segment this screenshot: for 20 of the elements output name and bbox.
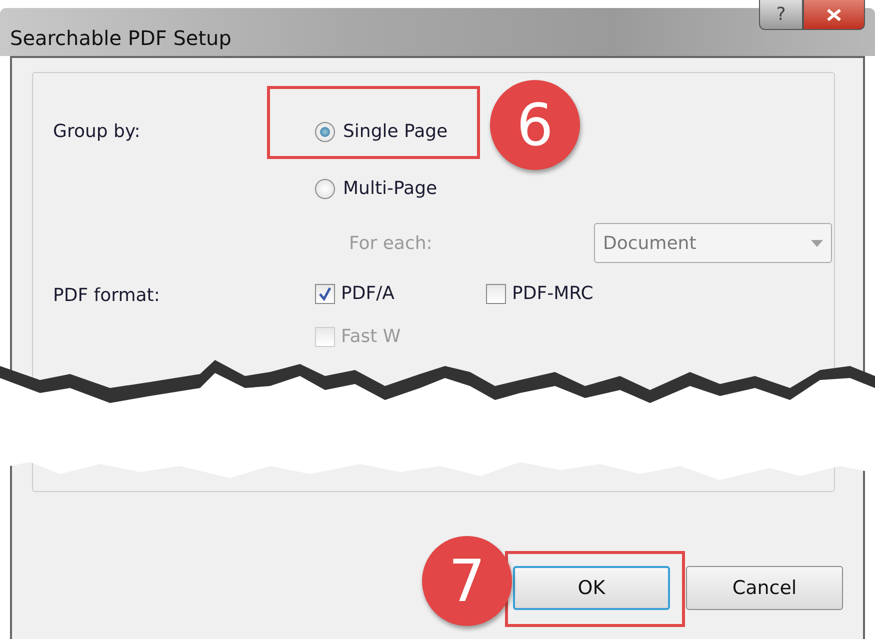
radio-button[interactable] bbox=[315, 178, 335, 198]
window-title: Searchable PDF Setup bbox=[10, 26, 232, 50]
step-number: 7 bbox=[422, 536, 512, 626]
step-number: 6 bbox=[490, 80, 580, 170]
field-label: For each: bbox=[349, 232, 432, 254]
radio-button[interactable] bbox=[315, 122, 335, 142]
help-button[interactable]: ? bbox=[759, 0, 803, 30]
close-button[interactable] bbox=[803, 0, 865, 30]
option-label[interactable]: PDF-MRC bbox=[512, 283, 594, 304]
checkbox[interactable] bbox=[315, 284, 335, 304]
option-label[interactable]: Multi-Page bbox=[343, 178, 438, 199]
option-label[interactable]: Single Page bbox=[343, 121, 448, 142]
option-label[interactable]: PDF/A bbox=[341, 283, 394, 304]
field-label: Group by: bbox=[53, 120, 142, 144]
close-icon bbox=[825, 8, 843, 22]
cancel-button[interactable]: Cancel bbox=[686, 566, 843, 610]
ok-button[interactable]: OK bbox=[513, 566, 670, 610]
caret-icon bbox=[811, 240, 823, 246]
checkbox[interactable] bbox=[486, 284, 506, 304]
field-label: PDF format: bbox=[53, 284, 161, 306]
